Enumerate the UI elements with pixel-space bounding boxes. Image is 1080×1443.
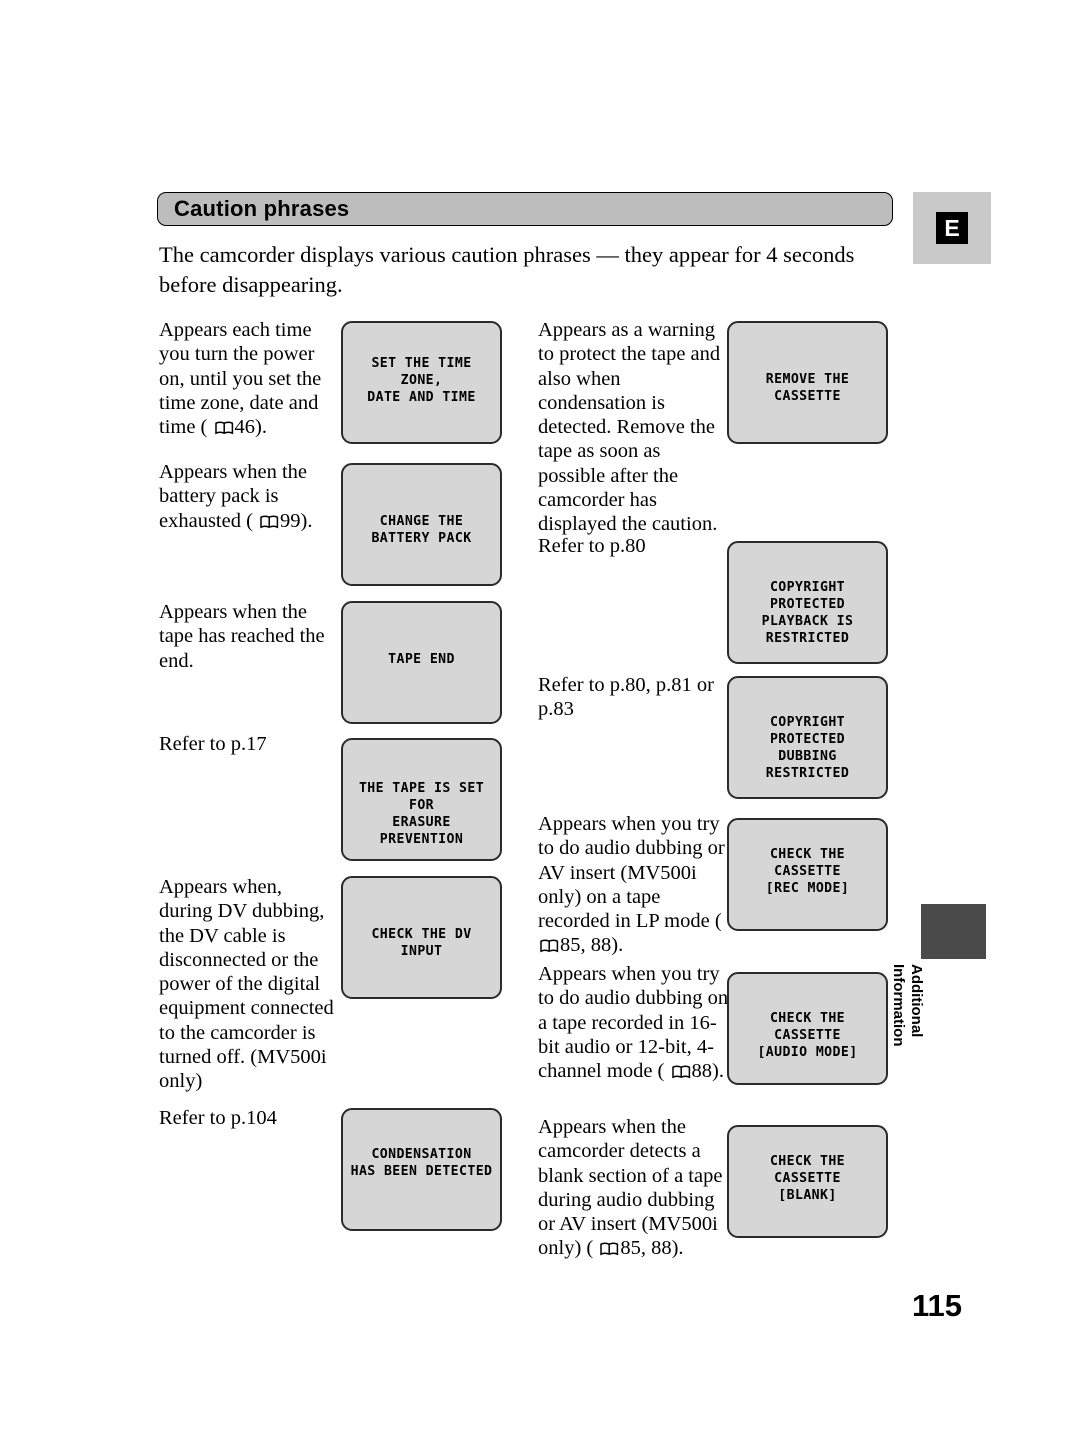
lcd-box-remove-cassette: REMOVE THE CASSETTE: [727, 321, 888, 444]
caption-text-before: Refer to p.17: [159, 733, 267, 755]
lcd-message: COPYRIGHT PROTECTED PLAYBACK IS RESTRICT…: [761, 580, 854, 646]
caption-check-cassette-blank: Appears when the camcorder detects a bla…: [538, 1115, 730, 1261]
lcd-message: THE TAPE IS SET FOR ERASURE PREVENTION: [358, 781, 485, 847]
section-header-bar: Caution phrases: [157, 192, 893, 226]
caption-text-before: Appears when the tape has reached the en…: [159, 601, 325, 672]
caption-text-before: Appears as a warning to protect the tape…: [538, 319, 721, 536]
caption-page-ref: 88: [691, 1060, 713, 1083]
caption-text-after: ).: [611, 934, 624, 957]
lcd-box-change-battery: CHANGE THE BATTERY PACK: [341, 463, 502, 586]
caption-tape-end: Appears when the tape has reached the en…: [159, 600, 334, 673]
caption-text-before: Refer to p.80: [538, 535, 646, 557]
caption-check-dv-input: Appears when, during DV dubbing, the DV …: [159, 875, 337, 1094]
caption-page-ref: 46: [234, 416, 256, 439]
caption-page-ref: 99: [280, 509, 301, 532]
caption-text-before: Appears when, during DV dubbing, the DV …: [159, 876, 334, 1093]
lcd-box-erasure-prevention: THE TAPE IS SET FOR ERASURE PREVENTION: [341, 738, 502, 861]
lcd-box-copyright-playback: COPYRIGHT PROTECTED PLAYBACK IS RESTRICT…: [727, 541, 888, 664]
caption-text-before: Refer to p.104: [159, 1107, 277, 1129]
lcd-message: CHECK THE CASSETTE [REC MODE]: [765, 847, 850, 896]
side-running-head: Additional Information: [890, 964, 926, 1047]
lcd-message: COPYRIGHT PROTECTED DUBBING RESTRICTED: [765, 715, 850, 781]
caption-text-after: ).: [712, 1060, 724, 1083]
book-icon: [214, 417, 234, 435]
caption-refer-80: Refer to p.80: [538, 534, 724, 558]
caption-remove-cassette: Appears as a warning to protect the tape…: [538, 318, 724, 537]
book-icon: [540, 935, 559, 953]
lcd-box-check-cassette-rec: CHECK THE CASSETTE [REC MODE]: [727, 818, 888, 931]
language-tab: E: [913, 192, 991, 264]
caption-text-after: ).: [255, 416, 267, 439]
lcd-message: TAPE END: [388, 652, 455, 667]
side-chapter-marker: [921, 904, 986, 959]
caption-refer-80-81-83: Refer to p.80, p.81 or p.83: [538, 673, 728, 722]
caption-text-before: Refer to p.80, p.81 or p.83: [538, 674, 714, 721]
lcd-message: CONDENSATION HAS BEEN DETECTED: [350, 1147, 493, 1179]
book-icon: [260, 511, 279, 528]
book-icon: [671, 1061, 691, 1079]
intro-paragraph: The camcorder displays various caution p…: [159, 242, 855, 297]
caption-text-after: ).: [671, 1237, 684, 1260]
caption-text-after: ).: [300, 509, 313, 532]
caption-set-time-zone: Appears each time you turn the power on,…: [159, 318, 329, 439]
lcd-message: CHECK THE CASSETTE [BLANK]: [769, 1154, 846, 1203]
lcd-box-check-dv-input: CHECK THE DV INPUT: [341, 876, 502, 999]
lcd-message: REMOVE THE CASSETTE: [765, 372, 850, 404]
caption-change-battery: Appears when the battery pack is exhaust…: [159, 460, 329, 533]
lcd-box-condensation: CONDENSATION HAS BEEN DETECTED: [341, 1108, 502, 1231]
lcd-box-set-time-zone: SET THE TIME ZONE, DATE AND TIME: [341, 321, 502, 444]
caption-check-cassette-rec: Appears when you try to do audio dubbing…: [538, 812, 728, 958]
lcd-box-copyright-dubbing: COPYRIGHT PROTECTED DUBBING RESTRICTED: [727, 676, 888, 799]
lcd-message: CHECK THE DV INPUT: [371, 927, 472, 959]
page-title: Caution phrases: [174, 196, 350, 221]
lcd-box-tape-end: TAPE END: [341, 601, 502, 724]
caption-text-before: Appears when you try to do audio dubbing…: [538, 813, 725, 933]
caption-check-cassette-audio: Appears when you try to do audio dubbing…: [538, 962, 730, 1083]
caption-condensation: Refer to p.104: [159, 1106, 337, 1130]
lcd-message: CHANGE THE BATTERY PACK: [371, 514, 472, 546]
caption-erasure-prevention: Refer to p.17: [159, 732, 334, 756]
page-number: 115: [911, 1288, 962, 1323]
lcd-box-check-cassette-blank: CHECK THE CASSETTE [BLANK]: [727, 1125, 888, 1238]
lcd-box-check-cassette-audio: CHECK THE CASSETTE [AUDIO MODE]: [727, 972, 888, 1085]
book-icon: [600, 1238, 619, 1256]
caption-page-ref: 85, 88: [560, 934, 612, 957]
caption-page-ref: 85, 88: [620, 1237, 672, 1260]
language-tab-letter: E: [936, 212, 968, 244]
lcd-message: CHECK THE CASSETTE [AUDIO MODE]: [757, 1011, 858, 1060]
lcd-message: SET THE TIME ZONE, DATE AND TIME: [367, 356, 476, 405]
